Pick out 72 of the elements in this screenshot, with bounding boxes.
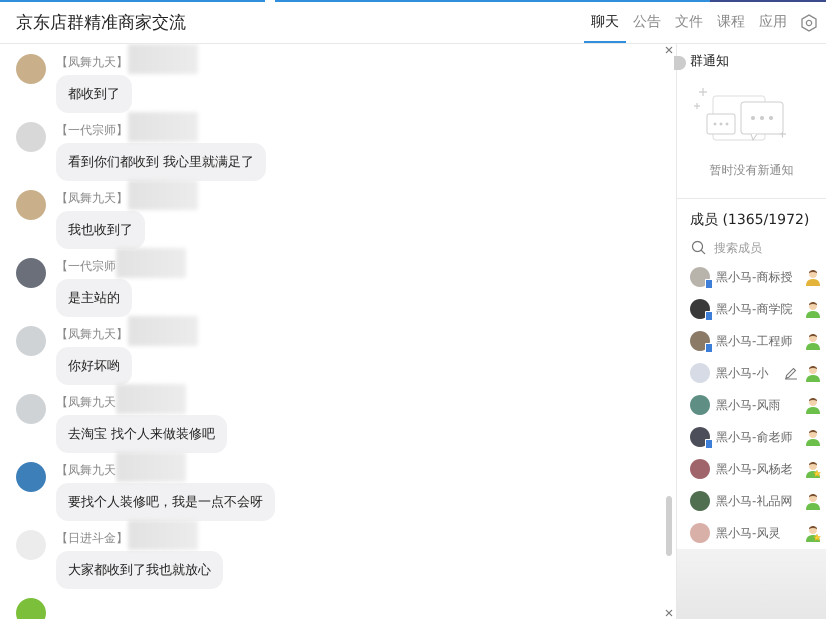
tab[interactable]: 聊天 <box>584 2 626 43</box>
avatar <box>16 122 46 152</box>
sender-name: 【日进斗金】 <box>56 530 128 546</box>
avatar <box>16 258 46 288</box>
close-icon[interactable] <box>665 609 673 617</box>
window-title: 京东店群精准商家交流 <box>16 12 187 34</box>
member-role-icon <box>804 524 822 542</box>
member-role-icon <box>804 492 822 510</box>
member-item[interactable]: 黑小马-商学院 <box>677 293 826 325</box>
message-bubble: 你好坏哟 <box>56 347 132 385</box>
members-title: 成员 (1365/1972) <box>677 198 826 237</box>
sender-name: 【一代宗师】 <box>56 122 128 138</box>
sender-name: 【一代宗师 <box>56 258 116 274</box>
member-item[interactable]: 黑小马-小 <box>677 357 826 389</box>
redaction-blur <box>116 248 186 278</box>
message-bubble: 我也收到了 <box>56 211 145 249</box>
member-role-icon <box>804 332 822 350</box>
tab[interactable]: 文件 <box>668 2 710 43</box>
tab[interactable]: 课程 <box>710 2 752 43</box>
message-bubble: 去淘宝 找个人来做装修吧 <box>56 415 228 453</box>
collapse-handle[interactable] <box>674 56 686 70</box>
scrollbar[interactable] <box>666 496 672 556</box>
member-role-icon <box>804 396 822 414</box>
avatar <box>16 462 46 492</box>
message-bubble: 是主站的 <box>56 279 132 317</box>
member-item[interactable]: 黑小马-风杨老 <box>677 453 826 485</box>
redaction-blur <box>116 452 186 482</box>
empty-notice-text: 暂时没有新通知 <box>708 162 794 179</box>
member-role-icon <box>804 300 822 318</box>
member-role-icon <box>804 268 822 286</box>
settings-icon[interactable] <box>800 14 818 32</box>
member-avatar <box>690 491 710 511</box>
member-item[interactable]: 黑小马-商标授 <box>677 261 826 293</box>
tab[interactable]: 应用 <box>752 2 794 43</box>
avatar <box>16 326 46 356</box>
redaction-blur <box>116 384 186 414</box>
sender-name: 【凤舞九天 <box>56 462 116 478</box>
sender-name: 【凤舞九天】 <box>56 326 128 342</box>
message-bubble: 看到你们都收到 我心里就满足了 <box>56 143 266 181</box>
member-item[interactable]: 黑小马-风雨 <box>677 389 826 421</box>
redaction-blur <box>128 520 198 550</box>
avatar <box>16 394 46 424</box>
sender-name: 【凤舞九天】 <box>56 190 128 206</box>
member-role-icon <box>804 460 822 478</box>
message-bubble: 大家都收到了我也就放心 <box>56 551 223 589</box>
member-search-field[interactable]: 搜索成员 <box>714 240 824 254</box>
redaction-blur <box>128 180 198 210</box>
sender-name: 【凤舞九天 <box>56 394 116 410</box>
member-item[interactable]: 黑小马-风灵 <box>677 517 826 549</box>
member-avatar <box>690 363 710 383</box>
tab[interactable]: 公告 <box>626 2 668 43</box>
member-role-icon <box>804 428 822 446</box>
member-item[interactable]: 黑小马-礼品网 <box>677 485 826 517</box>
member-avatar <box>690 459 710 479</box>
sender-name: 【凤舞九天】 <box>56 54 128 70</box>
member-avatar <box>690 395 710 415</box>
search-icon <box>691 240 706 255</box>
avatar <box>16 598 46 619</box>
member-item[interactable]: 黑小马-工程师 <box>677 325 826 357</box>
avatar <box>16 190 46 220</box>
notice-title: 群通知 <box>690 53 729 70</box>
edit-icon[interactable] <box>784 366 798 380</box>
message-bubble: 要找个人装修吧，我是一点不会呀 <box>56 483 275 521</box>
redaction-blur <box>128 112 198 142</box>
redaction-blur <box>128 44 198 74</box>
avatar <box>16 54 46 84</box>
message-bubble: 都收到了 <box>56 75 132 113</box>
close-icon[interactable] <box>665 46 673 54</box>
member-role-icon <box>804 364 822 382</box>
redaction-blur <box>128 316 198 346</box>
member-avatar <box>690 523 710 543</box>
member-item[interactable]: 黑小马-俞老师 <box>677 421 826 453</box>
